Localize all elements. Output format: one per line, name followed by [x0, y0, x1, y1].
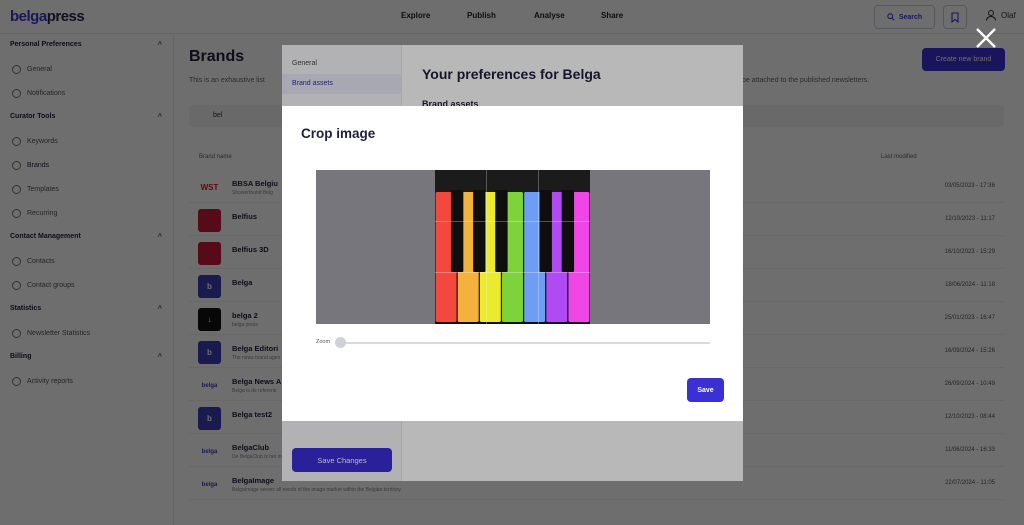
black-key	[539, 190, 552, 272]
crop-area[interactable]	[316, 170, 710, 324]
zoom-slider-handle[interactable]	[335, 337, 346, 348]
black-key	[450, 190, 464, 272]
close-icon[interactable]	[974, 26, 998, 50]
piano-panel	[435, 170, 590, 192]
crop-modal-title: Crop image	[301, 126, 376, 141]
crop-save-button[interactable]: Save	[687, 378, 724, 402]
piano-keys-image[interactable]	[435, 170, 590, 324]
crop-image-modal: Crop image Zoom Save	[282, 106, 743, 421]
black-key	[561, 190, 575, 272]
black-key	[473, 190, 486, 272]
zoom-slider-track[interactable]	[340, 342, 710, 344]
zoom-label: Zoom	[316, 339, 331, 345]
black-key	[495, 190, 508, 272]
